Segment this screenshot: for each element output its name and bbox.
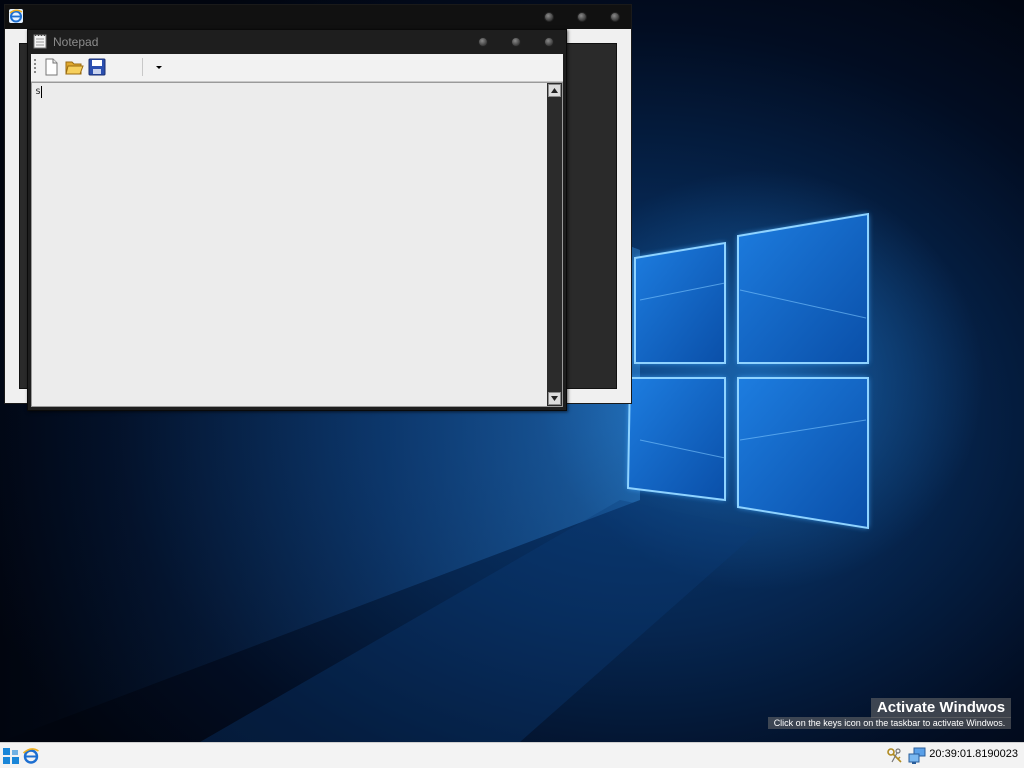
toolbar-separator [142, 58, 143, 76]
taskbar-clock[interactable]: 20:39:01.8190023 [929, 748, 1018, 760]
minimize-button[interactable] [478, 37, 488, 47]
activation-title: Activate Windwos [871, 698, 1011, 718]
network-icon[interactable] [908, 747, 926, 765]
taskbar: 20:39:01.8190023 [0, 742, 1024, 768]
toolbar-grip[interactable] [34, 59, 36, 75]
new-file-icon[interactable] [41, 57, 61, 77]
vertical-scrollbar[interactable] [547, 83, 562, 406]
scroll-up-button[interactable] [548, 84, 561, 97]
save-icon[interactable] [87, 57, 107, 77]
scroll-down-button[interactable] [548, 392, 561, 405]
notepad-icon [33, 34, 47, 49]
chevron-down-icon[interactable] [151, 58, 167, 76]
start-icon[interactable] [2, 747, 20, 765]
text-editor[interactable]: s [31, 82, 563, 407]
close-button[interactable] [544, 37, 554, 47]
notepad-window[interactable]: Notepad s [27, 29, 567, 411]
close-button[interactable] [610, 12, 620, 22]
ie-icon[interactable] [22, 747, 40, 765]
ie-icon [9, 9, 23, 23]
keys-icon[interactable] [886, 747, 904, 765]
notepad-toolbar [31, 54, 563, 82]
notepad-titlebar[interactable]: Notepad [28, 30, 566, 54]
background-window-titlebar[interactable] [5, 5, 631, 29]
activation-subtitle: Click on the keys icon on the taskbar to… [768, 717, 1011, 729]
arrow-down-icon [551, 396, 558, 401]
text-caret [41, 86, 42, 98]
open-folder-icon[interactable] [64, 57, 84, 77]
window-title: Notepad [53, 35, 99, 49]
maximize-button[interactable] [577, 12, 587, 22]
minimize-button[interactable] [544, 12, 554, 22]
arrow-up-icon [551, 88, 558, 93]
maximize-button[interactable] [511, 37, 521, 47]
